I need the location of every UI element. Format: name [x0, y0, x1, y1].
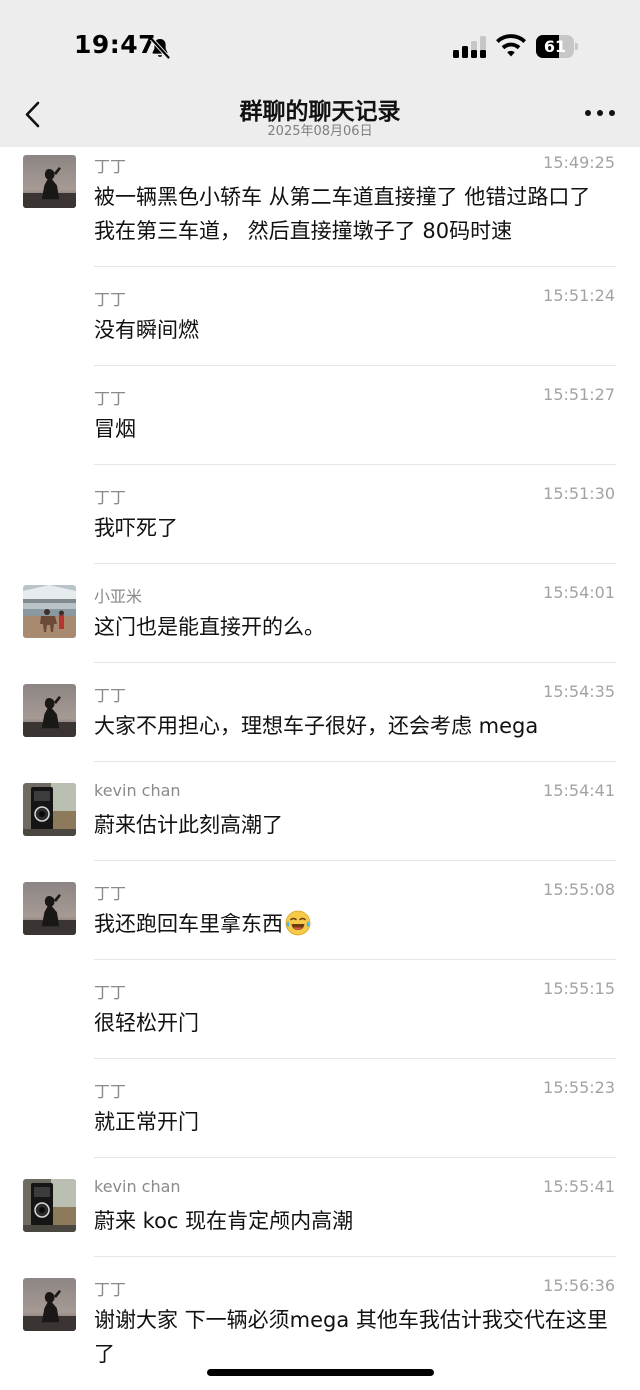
status-time: 19:47 — [74, 30, 157, 59]
message-text: 被一辆黑色小轿车 从第二车道直接撞了 他错过路口了 我在第三车道， 然后直接撞墩… — [94, 185, 591, 243]
sender-name: 丁丁 — [94, 983, 127, 1002]
sender-name: 丁丁 — [94, 1280, 127, 1299]
divider — [94, 563, 616, 564]
avatar[interactable] — [23, 1179, 76, 1232]
message-time: 15:55:15 — [543, 979, 615, 998]
chevron-left-icon — [25, 101, 40, 128]
chat-history-screen: 19:47 61 群聊的聊天记录 2025年08月06日 丁丁 15:49:25… — [0, 0, 640, 1390]
divider — [94, 1256, 616, 1257]
sender-name: kevin chan — [94, 781, 181, 800]
divider — [94, 662, 616, 663]
sender-name: 丁丁 — [94, 157, 127, 176]
message-text: 很轻松开门 — [94, 1011, 199, 1035]
status-bar: 19:47 61 — [0, 0, 640, 90]
message-text: 大家不用担心，理想车子很好，还会考虑 mega — [94, 714, 539, 738]
avatar[interactable] — [23, 1278, 76, 1331]
message-time: 15:51:30 — [543, 484, 615, 503]
sender-name: 丁丁 — [94, 488, 127, 507]
avatar[interactable] — [23, 585, 76, 638]
sender-name: 丁丁 — [94, 884, 127, 903]
divider — [94, 1157, 616, 1158]
message-time: 15:55:41 — [543, 1177, 615, 1196]
message-time: 15:55:23 — [543, 1078, 615, 1097]
message-text: 我还跑回车里拿东西 — [94, 912, 283, 936]
divider — [94, 266, 616, 267]
message-text: 蔚来估计此刻高潮了 — [94, 813, 283, 837]
divider — [94, 464, 616, 465]
message-text: 我吓死了 — [94, 516, 178, 540]
avatar[interactable] — [23, 783, 76, 836]
wifi-icon — [496, 34, 526, 57]
divider — [94, 761, 616, 762]
avatar[interactable] — [23, 882, 76, 935]
message-text: 没有瞬间燃 — [94, 318, 199, 342]
sender-name: 丁丁 — [94, 290, 127, 309]
message-text-row: 我还跑回车里拿东西 — [94, 907, 614, 941]
message-time: 15:56:36 — [543, 1276, 615, 1295]
message-text: 这门也是能直接开的么。 — [94, 615, 325, 639]
bell-off-icon — [150, 37, 170, 59]
back-button[interactable] — [14, 94, 54, 134]
message-text: 谢谢大家 下一辆必须mega 其他车我估计我交代在这里了 — [94, 1308, 608, 1366]
more-horizontal-icon — [585, 110, 615, 116]
sender-name: kevin chan — [94, 1177, 181, 1196]
divider — [94, 860, 616, 861]
avatar[interactable] — [23, 155, 76, 208]
home-indicator — [207, 1369, 434, 1376]
divider — [94, 959, 616, 960]
battery-icon: 61 — [536, 35, 578, 58]
message-time: 15:54:41 — [543, 781, 615, 800]
sender-name: 小亚米 — [94, 587, 143, 606]
nav-bar: 群聊的聊天记录 2025年08月06日 — [0, 90, 640, 147]
sender-name: 丁丁 — [94, 1082, 127, 1101]
message-time: 15:49:25 — [543, 153, 615, 172]
message-time: 15:51:24 — [543, 286, 615, 305]
message-time: 15:54:35 — [543, 682, 615, 701]
message-text: 冒烟 — [94, 417, 136, 441]
divider — [94, 365, 616, 366]
sender-name: 丁丁 — [94, 389, 127, 408]
message-text: 就正常开门 — [94, 1110, 199, 1134]
message-time: 15:54:01 — [543, 583, 615, 602]
avatar[interactable] — [23, 684, 76, 737]
signal-icon — [453, 36, 486, 58]
divider — [94, 1058, 616, 1059]
page-subtitle: 2025年08月06日 — [267, 124, 373, 139]
message-time: 15:51:27 — [543, 385, 615, 404]
laughing-crying-emoji — [285, 910, 311, 936]
message-text: 蔚来 koc 现在肯定颅内高潮 — [94, 1209, 354, 1233]
more-button[interactable] — [578, 98, 622, 128]
message-time: 15:55:08 — [543, 880, 615, 899]
battery-percent: 61 — [543, 37, 567, 56]
sender-name: 丁丁 — [94, 686, 127, 705]
